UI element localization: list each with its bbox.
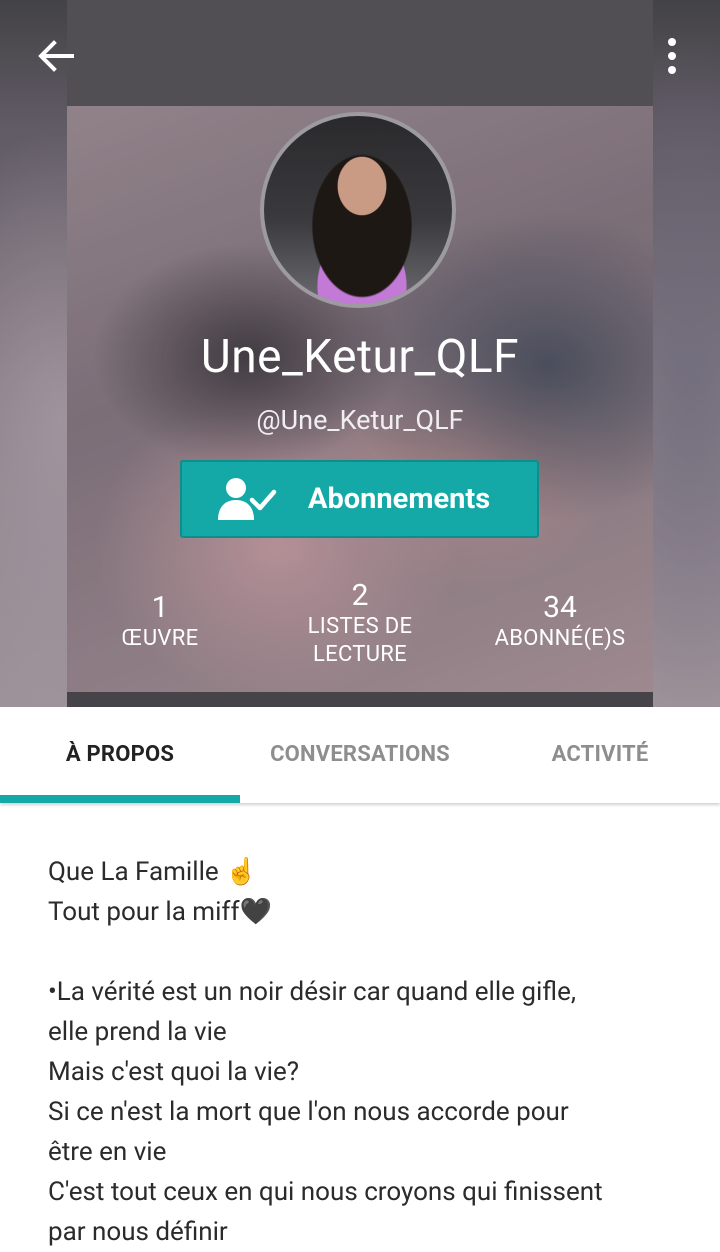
arrow-left-icon: [38, 40, 74, 72]
stat-reading-lists-value: 2: [351, 578, 369, 613]
bio-line: Si ce n'est la mort que l'on nous accord…: [48, 1097, 569, 1127]
profile-tabs: À PROPOS CONVERSATIONS ACTIVITÉ: [0, 707, 720, 803]
tab-activity[interactable]: ACTIVITÉ: [480, 707, 720, 803]
stat-reading-lists[interactable]: 2 LISTES DE LECTURE: [270, 578, 450, 669]
avatar[interactable]: [260, 112, 456, 308]
bio-line: Tout pour la miff🖤: [48, 897, 272, 927]
bio-line: •La vérité est un noir désir car quand e…: [48, 977, 576, 1007]
bio-line: [48, 932, 688, 972]
active-tab-indicator: [0, 795, 240, 803]
bio-line: Que La Famille ☝: [48, 857, 258, 887]
profile-header: Une_Ketur_QLF @Une_Ketur_QLF Abonnements…: [0, 0, 720, 707]
follow-button-label: Abonnements: [308, 482, 491, 516]
bio-line: être en vie: [48, 1137, 167, 1167]
back-button[interactable]: [34, 38, 78, 74]
bio-line: Mais c'est quoi la vie?: [48, 1057, 300, 1087]
tab-about[interactable]: À PROPOS: [0, 707, 240, 803]
user-check-icon: [218, 478, 277, 520]
stat-reading-lists-label: LISTES DE LECTURE: [307, 614, 413, 667]
display-name: Une_Ketur_QLF: [200, 330, 520, 384]
stat-followers-value: 34: [543, 590, 577, 625]
more-options-button[interactable]: [656, 36, 688, 76]
stat-works-label: ŒUVRE: [121, 626, 199, 651]
more-vertical-icon: [668, 38, 676, 74]
stat-works-value: 1: [151, 590, 169, 625]
stat-followers[interactable]: 34 ABONNÉ(E)S: [480, 590, 640, 653]
bio-line: par nous définir: [48, 1217, 228, 1247]
profile-bio: Que La Famille ☝ Tout pour la miff🖤 •La …: [48, 852, 688, 1252]
stat-followers-label: ABONNÉ(E)S: [494, 626, 626, 651]
bio-line: elle prend la vie: [48, 1017, 227, 1047]
stat-works[interactable]: 1 ŒUVRE: [90, 590, 230, 653]
username-handle: @Une_Ketur_QLF: [256, 404, 464, 436]
follow-button[interactable]: Abonnements: [180, 460, 539, 538]
tab-conversations[interactable]: CONVERSATIONS: [240, 707, 480, 803]
bio-line: C'est tout ceux en qui nous croyons qui …: [48, 1177, 603, 1207]
